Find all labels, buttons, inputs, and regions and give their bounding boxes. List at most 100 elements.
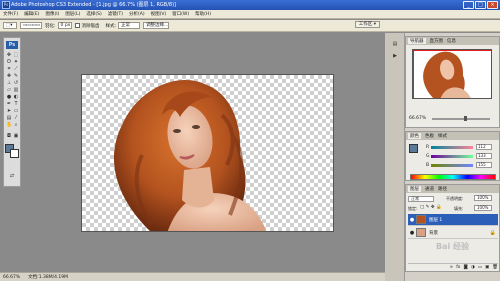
navigator-zoom-slider[interactable] [432, 118, 490, 120]
opacity-input[interactable]: 100% [474, 195, 492, 201]
navigator-thumbnail[interactable] [412, 49, 492, 99]
g-value[interactable]: 133 [476, 153, 492, 159]
move-tool-icon[interactable]: ✥ [6, 52, 12, 58]
zoom-tool-icon[interactable]: ⌕ [13, 122, 19, 128]
add-mask-icon[interactable]: ◙ [463, 265, 467, 270]
visibility-eye-icon[interactable]: ● [408, 217, 416, 223]
tab-paths[interactable]: 路径 [438, 186, 447, 192]
clone-stamp-tool-icon[interactable]: ⊥ [6, 80, 12, 86]
dodge-tool-icon[interactable]: ◐ [13, 94, 19, 100]
menu-select[interactable]: 选择(S) [86, 11, 101, 17]
crop-tool-icon[interactable]: ⌗ [6, 66, 12, 72]
antialias-checkbox[interactable] [74, 23, 80, 28]
new-layer-icon[interactable]: ▣ [485, 265, 489, 270]
color-row-r: R 112 [426, 143, 496, 151]
blur-tool-icon[interactable]: ● [6, 94, 12, 100]
feather-input[interactable]: 0 px [57, 22, 72, 29]
b-value[interactable]: 155 [476, 162, 492, 168]
selection-mode-buttons[interactable]: ▭▭▭▭ [20, 22, 42, 29]
screen-mode-icon[interactable]: ▣ [13, 133, 19, 139]
style-label: 样式: [105, 23, 117, 29]
tab-swatches[interactable]: 色板 [425, 133, 434, 139]
tab-histogram[interactable]: 直方图 [430, 38, 444, 44]
lock-icons[interactable]: ▢ ✎ ✥ 🔒 [420, 205, 442, 210]
menu-edit[interactable]: 编辑(E) [24, 11, 39, 17]
actions-panel-icon[interactable]: ▶ [392, 53, 398, 59]
link-layers-icon[interactable]: ∞ [449, 265, 453, 270]
notes-tool-icon[interactable]: ▤ [6, 115, 12, 121]
r-slider[interactable] [431, 145, 473, 149]
navigator-zoom[interactable]: 66.67% [409, 116, 426, 121]
minimize-button[interactable]: _ [463, 1, 474, 9]
delete-layer-icon[interactable]: 🗑 [492, 265, 498, 270]
app-logo-icon: Ps [2, 1, 10, 9]
swap-colors-icon[interactable]: ⇄ [9, 173, 15, 179]
menu-analysis[interactable]: 分析(A) [129, 11, 145, 17]
menu-layer[interactable]: 图层(L) [65, 11, 80, 17]
hand-tool-icon[interactable]: ✋ [6, 122, 12, 128]
neck-shape [182, 167, 214, 208]
brush-tool-icon[interactable]: ✎ [13, 73, 19, 79]
tab-navigator[interactable]: 导航器 [408, 38, 426, 44]
adjustment-layer-icon[interactable]: ◑ [471, 265, 475, 270]
background-color-swatch[interactable] [10, 149, 19, 158]
tab-styles[interactable]: 样式 [438, 133, 447, 139]
g-slider[interactable] [431, 154, 473, 158]
tab-color[interactable]: 颜色 [408, 133, 421, 139]
tab-channels[interactable]: 通道 [425, 186, 434, 192]
layer-row-background[interactable]: ● 背景 🔒 [408, 227, 498, 239]
menu-view[interactable]: 视图(V) [151, 11, 167, 17]
path-selection-tool-icon[interactable]: ➤ [6, 108, 12, 114]
document-size: 文档:1.38M/4.19M [28, 275, 69, 280]
navigator-view-box[interactable] [413, 50, 491, 98]
options-bar: ⬚▾ ▭▭▭▭ 羽化: 0 px 消除锯齿 样式: 正常 调整边缘... [0, 20, 500, 32]
pen-tool-icon[interactable]: ✒ [6, 101, 12, 107]
navigator-panel: 导航器 直方图 信息 66.67% [405, 36, 500, 128]
tab-info[interactable]: 信息 [447, 38, 456, 44]
new-group-icon[interactable]: ▭ [478, 265, 482, 270]
layer-style-icon[interactable]: fx [456, 265, 460, 270]
r-value[interactable]: 112 [476, 144, 492, 150]
style-select[interactable]: 正常 [118, 22, 141, 29]
healing-brush-tool-icon[interactable]: ✚ [6, 73, 12, 79]
layer-row-selected[interactable]: ● 图层 1 [408, 214, 498, 226]
history-brush-tool-icon[interactable]: ↺ [13, 80, 19, 86]
selection-mode-icon: ▭▭▭▭ [23, 23, 41, 28]
menu-image[interactable]: 图像(I) [45, 11, 59, 17]
type-tool-icon[interactable]: T [13, 101, 19, 107]
visibility-eye-icon[interactable]: ● [408, 230, 416, 236]
shape-tool-icon[interactable]: ▭ [13, 108, 19, 114]
eraser-tool-icon[interactable]: ▱ [6, 87, 12, 93]
layer-name[interactable]: 图层 1 [429, 217, 442, 223]
menu-filter[interactable]: 滤镜(T) [108, 11, 123, 17]
document-canvas[interactable] [81, 74, 334, 232]
tool-preset-picker[interactable]: ⬚▾ [3, 22, 17, 29]
tab-layers[interactable]: 图层 [408, 186, 421, 192]
blend-mode-select[interactable]: 正常 [408, 196, 434, 202]
gradient-tool-icon[interactable]: ▥ [13, 87, 19, 93]
layer-name[interactable]: 背景 [429, 230, 438, 236]
magic-wand-tool-icon[interactable]: ✦ [13, 59, 19, 65]
fill-input[interactable]: 100% [474, 205, 492, 211]
b-slider[interactable] [431, 163, 473, 167]
quick-mask-icon[interactable]: ◘ [6, 133, 12, 139]
menu-window[interactable]: 窗口(W) [172, 11, 189, 17]
color-spectrum-bar[interactable] [410, 174, 496, 180]
maximize-button[interactable]: □ [475, 1, 486, 9]
color-tabs: 颜色 色板 样式 [406, 132, 499, 140]
layers-tabs: 图层 通道 路径 [406, 185, 499, 193]
eyedropper-tool-icon[interactable]: ⁄ [13, 115, 19, 121]
workspace-button[interactable]: 工作区 ▾ [354, 21, 380, 28]
close-button[interactable]: × [487, 1, 498, 9]
marquee-tool-icon[interactable]: ⬚ [13, 52, 19, 58]
zoom-level[interactable]: 66.67% [3, 275, 20, 280]
slice-tool-icon[interactable]: ⟋ [13, 66, 19, 72]
lasso-tool-icon[interactable]: ʘ [6, 59, 12, 65]
color-panel-foreground[interactable] [409, 144, 418, 153]
navigator-slider-thumb[interactable] [464, 116, 467, 121]
lock-label: 锁定: [408, 206, 418, 211]
refine-edge-button[interactable]: 调整边缘... [143, 22, 170, 29]
menu-help[interactable]: 帮助(H) [195, 11, 211, 17]
history-panel-icon[interactable]: ▤ [392, 41, 398, 47]
menu-file[interactable]: 文件(F) [3, 11, 18, 17]
